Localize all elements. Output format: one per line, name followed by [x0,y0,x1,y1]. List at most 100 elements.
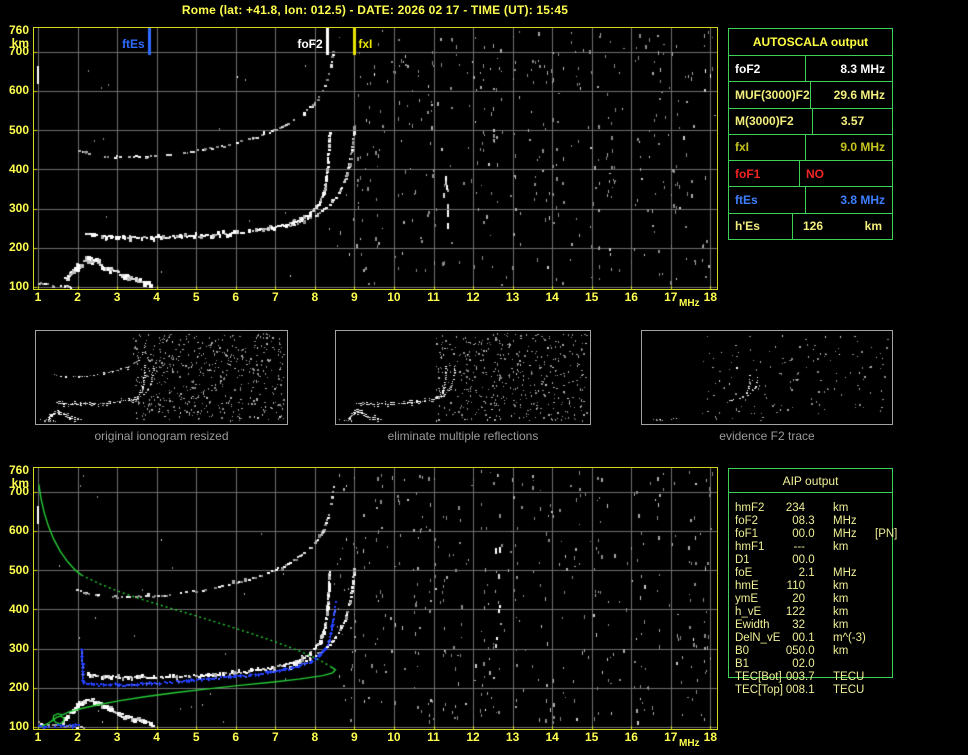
x-tick-label: 18 [703,730,718,744]
x-tick-label: 6 [232,290,240,304]
aip-row-B1: B1 02.0 [735,658,815,670]
x-tick-label: 2 [74,290,81,304]
aip-row-hmF2: hmF2 234 km [735,502,849,514]
autoscala-row-ftEs: ftEs 3.8 MHz [729,186,892,213]
autoscala-row-M(3000)F2: M(3000)F2 3.57 [729,107,892,134]
aip-row-ymE: ymE 20 km [735,593,849,605]
y-tick-label: 400 [8,601,29,616]
x-tick-label: 7 [271,290,279,304]
autoscala-row-foF1: foF1 NO [729,160,892,187]
aip-row-foE: foE 2.1 MHz [735,567,857,579]
x-tick-label: 2 [74,730,81,744]
aip-header-separator [729,492,892,493]
x-tick-label: 4 [153,730,160,744]
y-tick-label: 300 [8,641,29,655]
autoscala-row-value: 3.8 MHz [805,187,892,213]
autoscala-row-label: ftEs [735,193,758,208]
x-tick-label: 15 [585,730,599,744]
x-tick-label: 13 [505,290,520,304]
x-tick-label: 12 [466,730,480,744]
aip-row-B0: B0 050.0 km [735,645,849,657]
y-tick-label: 500 [8,122,29,137]
y-tick-label: 500 [8,562,29,577]
x-tick-label: 9 [351,290,358,304]
x-tick-label: 12 [466,290,480,304]
x-tick-label: 7 [271,730,279,744]
page-title: Rome (lat: +41.8, lon: 012.5) - DATE: 20… [181,3,569,17]
y-tick-label: 100 [8,279,29,294]
thumbnail-eliminate-reflections [335,330,591,425]
autoscala-row-label: foF2 [735,61,761,76]
x-tick-label: 3 [113,290,121,304]
thumbnail-caption-f2: evidence F2 trace [719,429,815,443]
x-tick-label: 3 [113,730,121,744]
x-tick-label: 11 [427,290,440,304]
thumbnail-caption-filtered: eliminate multiple reflections [387,429,539,443]
aip-row-foF2: foF2 08.3 MHz [735,515,857,527]
x-tick-label: 11 [427,730,440,744]
marker-label-foF2: foF2 [297,37,323,51]
x-tick-label: 1 [34,730,42,744]
restored-ionogram-plot [33,467,718,730]
aip-row-DelN_vE: DelN_vE 00.1 m^(-3) [735,632,866,644]
x-tick-label: 13 [505,730,520,744]
x-tick-label: 14 [545,730,559,744]
aip-row-TEC[Top]: TEC[Top] 008.1 TECU [735,684,865,696]
x-tick-label: 4 [153,290,160,304]
x-tick-label: 16 [624,290,638,304]
thumbnail-evidence-f2-trace [641,330,893,425]
x-tick-label: 1 [34,290,42,304]
x-tick-label: 9 [351,730,358,744]
aip-row-TEC[Bot]: TEC[Bot] 003.7 TECU [735,671,865,683]
autoscala-row-value: 126 km [792,213,892,239]
autoscala-row-label: M(3000)F2 [735,114,794,129]
x-tick-label: 16 [624,730,638,744]
marker-label-fxI: fxI [358,37,373,51]
autoscala-row-fxI: fxI 9.0 MHz [729,133,892,161]
autoscala-row-label: fxI [735,140,750,155]
thumbnail-caption-original: original ionogram resized [94,429,229,443]
x-tick-label: 14 [545,290,559,304]
y-tick-label: 700 [8,484,29,499]
x-tick-label: 10 [387,730,401,744]
aip-row-Ewidth: Ewidth 32 km [735,619,849,631]
thumbnail-original-ionogram [35,330,288,425]
x-tick-label: 8 [311,290,319,304]
autoscala-row-value: 29.6 MHz [809,82,892,108]
x-axis-unit-label: MHz [679,298,700,309]
y-tick-label: 400 [8,161,29,176]
marker-label-ftEs: ftEs [122,37,145,51]
y-tick-label: 200 [8,680,29,695]
y-tick-label: 200 [8,240,29,255]
autoscala-row-h'Es: h'Es 126 km [729,212,892,239]
x-tick-label: 5 [192,290,200,304]
y-tick-label: 600 [8,83,29,98]
autoscala-row-label: h'Es [735,219,760,234]
aip-row-D1: D1 00.0 [735,554,815,566]
y-tick-label: 300 [8,201,29,215]
aip-row-hmF1: hmF1 --- km [735,541,849,553]
autoscala-row-label: foF1 [735,166,761,181]
autoscala-row-foF2: foF2 8.3 MHz [729,55,892,82]
x-tick-label: 18 [703,290,718,304]
x-tick-label: 6 [232,730,240,744]
autoscala-row-value: 8.3 MHz [805,56,892,82]
y-tick-label: 700 [8,44,29,59]
x-tick-label: 15 [585,290,599,304]
scaled-ionogram-plot [33,27,718,290]
autoscala-row-value: NO [799,161,892,187]
x-axis-unit-label-bottom: MHz [679,738,700,749]
aip-row-hmE: hmE 110 km [735,580,849,592]
autoscala-output-table: AUTOSCALA output foF2 8.3 MHz MUF(3000)F2 2… [728,28,893,240]
aip-table-header: AIP output [782,474,839,488]
aip-row-h_vE: h_vE 122 km [735,606,849,618]
aip-row-foF1: foF1 00.0 MHz [PN] [735,528,898,540]
aip-output-rows: hmF2 234 km foF2 08.3 MHz foF1 00.0 MHz [PN] hmF1-… [728,502,968,697]
x-tick-label: 8 [311,730,319,744]
autoscala-row-value: 9.0 MHz [805,134,892,161]
autoscala-row-MUF(3000)F2: MUF(3000)F2 29.6 MHz [729,81,892,108]
x-tick-label: 5 [192,730,200,744]
y-tick-label: 600 [8,523,29,538]
autoscala-row-value: 3.57 [812,108,892,134]
y-tick-label: 100 [8,719,29,734]
